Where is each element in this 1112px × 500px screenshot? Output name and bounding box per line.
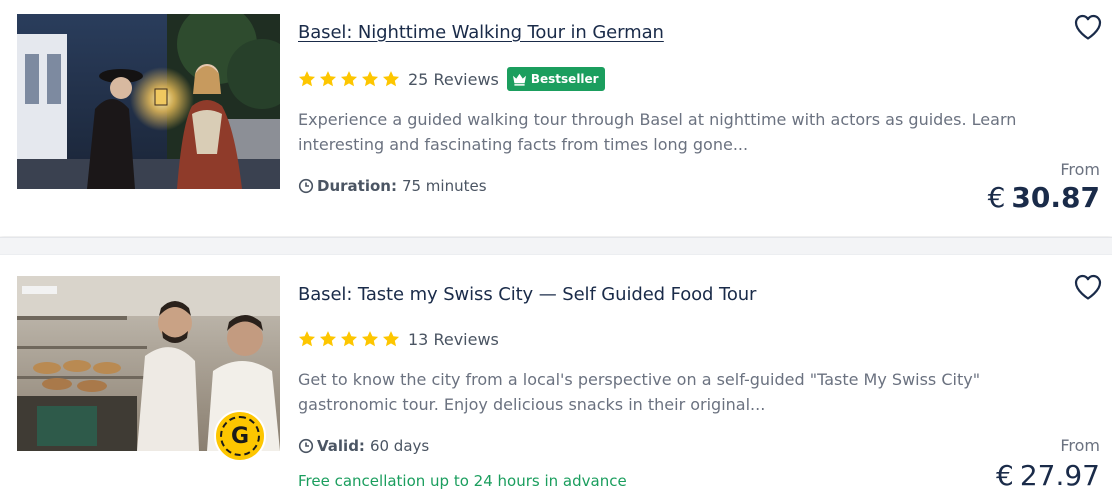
star-icon — [319, 71, 337, 87]
activity-title-link[interactable]: Basel: Taste my Swiss City — Self Guided… — [298, 284, 756, 305]
validity-label: Valid: — [317, 437, 365, 455]
activity-description: Get to know the city from a local's pers… — [298, 370, 981, 414]
duration-value: 75 minutes — [401, 177, 487, 195]
review-count[interactable]: 25 Reviews — [408, 70, 499, 89]
activity-card[interactable]: G Basel: Taste my Swiss City — Self Guid… — [0, 256, 1112, 500]
price-value: 30.87 — [1011, 181, 1100, 214]
heart-icon[interactable] — [1073, 273, 1103, 301]
price-from-label: From — [1060, 436, 1100, 455]
provider-badge-label: G — [220, 416, 260, 456]
currency-symbol: € — [987, 181, 1006, 214]
star-rating — [298, 70, 400, 88]
star-icon — [340, 71, 358, 87]
star-rating — [298, 330, 400, 348]
clock-icon — [298, 438, 314, 454]
activity-title-link[interactable]: Basel: Nighttime Walking Tour in German — [298, 22, 664, 43]
card-separator — [0, 237, 1112, 255]
price-value: 27.97 — [1019, 459, 1100, 492]
validity-info: Valid: 60 days — [298, 437, 429, 455]
activity-card[interactable]: Basel: Nighttime Walking Tour in German … — [0, 0, 1112, 236]
heart-icon[interactable] — [1073, 13, 1103, 41]
rating-row: 13 Reviews — [298, 327, 499, 351]
price-from-label: From — [1060, 160, 1100, 179]
star-icon — [382, 331, 400, 347]
activity-description: Experience a guided walking tour through… — [298, 110, 1017, 154]
duration-info: Duration: 75 minutes — [298, 177, 487, 195]
rating-row: 25 Reviews Bestseller — [298, 67, 605, 91]
star-icon — [319, 331, 337, 347]
star-icon — [340, 331, 358, 347]
review-count[interactable]: 13 Reviews — [408, 330, 499, 349]
star-icon — [361, 71, 379, 87]
validity-value: 60 days — [369, 437, 430, 455]
crown-icon — [512, 73, 526, 86]
price: €27.97 — [996, 459, 1100, 492]
clock-icon — [298, 178, 314, 194]
star-icon — [298, 331, 316, 347]
price: €30.87 — [988, 181, 1100, 214]
currency-symbol: € — [996, 459, 1014, 492]
star-icon — [298, 71, 316, 87]
bestseller-badge: Bestseller — [506, 67, 605, 91]
free-cancellation-note: Free cancellation up to 24 hours in adva… — [298, 472, 627, 490]
duration-label: Duration: — [317, 177, 397, 195]
star-icon — [382, 71, 400, 87]
star-icon — [361, 331, 379, 347]
bestseller-label: Bestseller — [530, 72, 599, 86]
activity-image[interactable] — [17, 14, 280, 189]
getyourguide-original-badge: G — [214, 410, 266, 462]
